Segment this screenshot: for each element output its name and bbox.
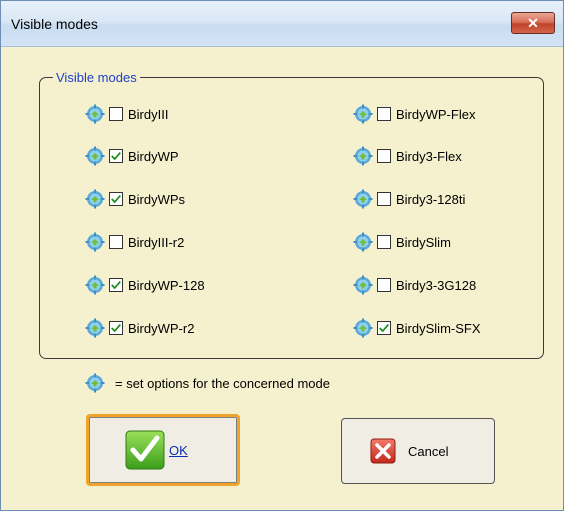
gear-options-icon[interactable] [353,275,373,295]
title-bar: Visible modes ✕ [1,1,563,47]
mode-label: BirdyWP [128,148,179,164]
mode-label: BirdyIII-r2 [128,234,185,250]
mode-item[interactable]: BirdyWPs [85,189,186,209]
gear-options-icon[interactable] [353,104,373,124]
legend-text: = set options for the concerned mode [115,375,330,391]
dialog-body: Visible modes BirdyIII BirdyWP BirdyWPs … [1,48,563,510]
cancel-x-icon [370,438,396,464]
mode-item[interactable]: BirdyWP-128 [85,275,205,295]
mode-item[interactable]: BirdyWP [85,146,179,166]
gear-options-icon[interactable] [85,318,105,338]
gear-options-icon[interactable] [85,146,105,166]
checkmark-icon [111,195,121,204]
mode-item[interactable]: BirdyIII-r2 [85,232,185,252]
mode-item[interactable]: Birdy3-3G128 [353,275,477,295]
gear-options-icon[interactable] [353,232,373,252]
mode-label: BirdyWP-r2 [128,320,195,336]
mode-checkbox[interactable] [377,149,391,163]
mode-checkbox[interactable] [377,321,391,335]
mode-item[interactable]: Birdy3-Flex [353,146,462,166]
mode-checkbox[interactable] [109,149,123,163]
mode-checkbox[interactable] [109,278,123,292]
mode-label: Birdy3-3G128 [396,277,477,293]
mode-checkbox[interactable] [109,321,123,335]
gear-options-icon[interactable] [353,189,373,209]
gear-options-icon [85,373,105,393]
checkmark-icon [111,152,121,161]
gear-options-icon[interactable] [353,146,373,166]
checkmark-icon [111,281,121,290]
mode-label: BirdyIII [128,106,169,122]
mode-item[interactable]: BirdySlim [353,232,451,252]
mode-checkbox[interactable] [377,278,391,292]
mode-checkbox[interactable] [109,107,123,121]
mode-checkbox[interactable] [377,107,391,121]
cancel-button[interactable]: Cancel [341,418,495,484]
mode-item[interactable]: BirdyWP-Flex [353,104,476,124]
mode-item[interactable]: BirdyWP-r2 [85,318,195,338]
mode-label: Birdy3-128ti [396,191,466,207]
mode-checkbox[interactable] [377,235,391,249]
mode-label: Birdy3-Flex [396,148,462,164]
gear-options-icon[interactable] [353,318,373,338]
gear-options-icon[interactable] [85,189,105,209]
checkmark-icon [111,324,121,333]
group-label: Visible modes [53,70,140,85]
mode-item[interactable]: BirdySlim-SFX [353,318,481,338]
cancel-button-label: Cancel [408,443,449,459]
mode-label: BirdySlim [396,234,451,250]
gear-options-icon[interactable] [85,232,105,252]
checkmark-icon [379,324,389,333]
ok-button-label: OK [169,442,188,458]
mode-label: BirdySlim-SFX [396,320,481,336]
mode-label: BirdyWP-128 [128,277,205,293]
gear-options-icon[interactable] [85,275,105,295]
check-icon [125,430,165,470]
gear-options-icon[interactable] [85,104,105,124]
close-button[interactable]: ✕ [511,12,555,34]
visible-modes-dialog: Visible modes ✕ Visible modes BirdyIII B… [0,0,564,511]
window-title: Visible modes [11,16,98,32]
mode-item[interactable]: BirdyIII [85,104,169,124]
mode-checkbox[interactable] [377,192,391,206]
ok-button[interactable]: OK [86,414,240,486]
mode-label: BirdyWPs [128,191,186,207]
legend-row: = set options for the concerned mode [85,373,330,393]
mode-checkbox[interactable] [109,192,123,206]
mode-item[interactable]: Birdy3-128ti [353,189,466,209]
mode-label: BirdyWP-Flex [396,106,476,122]
mode-checkbox[interactable] [109,235,123,249]
